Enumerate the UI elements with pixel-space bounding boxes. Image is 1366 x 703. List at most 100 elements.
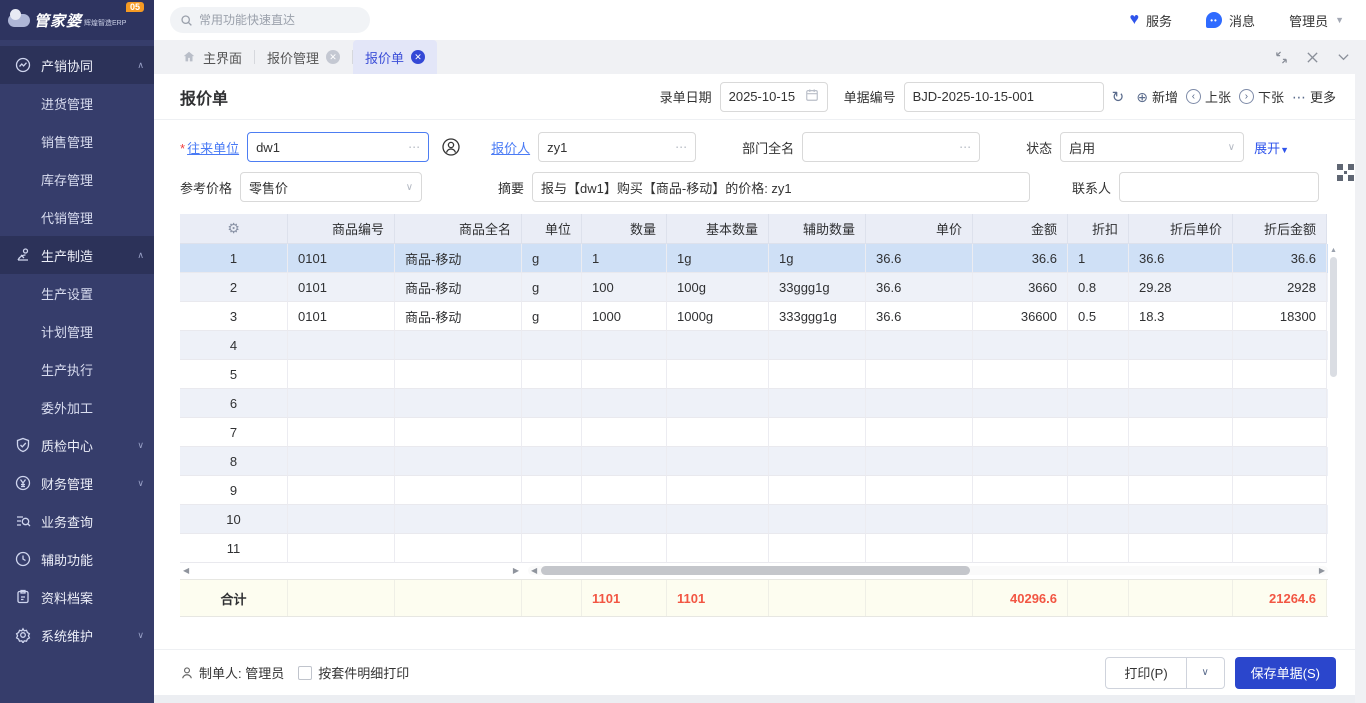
cell[interactable] [582,447,667,476]
cell[interactable]: 1g [769,244,866,273]
cell[interactable] [667,331,769,360]
cell[interactable] [667,360,769,389]
cell[interactable] [769,418,866,447]
cell[interactable] [1068,389,1129,418]
cell[interactable]: g [522,244,582,273]
lookup-dots-icon[interactable]: ⋯ [408,140,420,154]
cell[interactable] [395,447,522,476]
cell[interactable] [288,476,395,505]
cell[interactable] [522,476,582,505]
cell[interactable] [1129,360,1233,389]
cell[interactable] [1068,418,1129,447]
print-button[interactable]: 打印(P) [1105,657,1186,689]
column-header[interactable]: 辅助数量 [769,214,866,244]
column-header[interactable]: 数量 [582,214,667,244]
cell[interactable]: g [522,273,582,302]
cell[interactable] [866,360,973,389]
cell[interactable]: 0.5 [1068,302,1129,331]
price-type-select[interactable]: 零售价∨ [240,172,422,202]
table-row[interactable]: 9 [180,476,1328,505]
cell[interactable] [973,447,1068,476]
cell[interactable] [582,505,667,534]
cell[interactable] [1068,331,1129,360]
sidebar-item-委外加工[interactable]: 委外加工 [0,388,154,426]
sidebar-section-1[interactable]: 生产制造∧ [0,236,154,274]
add-button[interactable]: ⊕新增 [1136,87,1178,106]
tab-quotation-form[interactable]: 报价单 ✕ [353,40,437,74]
contact-lookup-icon[interactable] [441,137,461,157]
cell[interactable] [582,534,667,563]
sidebar-section-7[interactable]: 系统维护∨ [0,616,154,654]
cell[interactable] [288,447,395,476]
cell[interactable] [866,331,973,360]
cell[interactable] [973,331,1068,360]
cell[interactable] [973,476,1068,505]
sidebar-item-生产执行[interactable]: 生产执行 [0,350,154,388]
cell[interactable] [866,447,973,476]
cell[interactable] [522,360,582,389]
cell[interactable]: 商品-移动 [395,244,522,273]
cell[interactable] [395,418,522,447]
cell[interactable] [769,360,866,389]
table-row[interactable]: 10 [180,505,1328,534]
cell[interactable]: 1000g [667,302,769,331]
cell[interactable]: 100g [667,273,769,302]
cell[interactable] [769,534,866,563]
cell[interactable] [395,534,522,563]
sidebar-section-0[interactable]: 产销协同∧ [0,46,154,84]
scroll-left-arrow[interactable]: ◀ [531,567,537,575]
column-header[interactable]: 折后金额 [1233,214,1327,244]
cell[interactable]: 36600 [973,302,1068,331]
cell[interactable] [288,505,395,534]
cell[interactable] [1129,331,1233,360]
sidebar-section-4[interactable]: 业务查询 [0,502,154,540]
cell[interactable] [1068,447,1129,476]
cell[interactable] [667,447,769,476]
sidebar-section-3[interactable]: 财务管理∨ [0,464,154,502]
cell[interactable] [1233,360,1327,389]
cell[interactable] [582,360,667,389]
cell[interactable] [522,447,582,476]
cell[interactable] [769,447,866,476]
cell[interactable] [667,389,769,418]
scroll-right-arrow[interactable]: ▶ [513,567,519,575]
cell[interactable] [973,389,1068,418]
cell[interactable] [1068,476,1129,505]
summary-input[interactable]: 报与【dw1】购买【商品-移动】的价格: zy1 [532,172,1030,202]
window-restore-icon[interactable] [1275,51,1288,64]
cell[interactable] [1129,447,1233,476]
h-scrollbar[interactable]: ◀ ▶ ◀ ▶ [180,564,1328,577]
cell[interactable]: 2928 [1233,273,1327,302]
cell[interactable] [667,505,769,534]
sidebar-item-库存管理[interactable]: 库存管理 [0,160,154,198]
cell[interactable] [395,331,522,360]
qr-code-icon[interactable] [1337,164,1354,181]
cell[interactable] [288,331,395,360]
column-header[interactable]: 商品全名 [395,214,522,244]
order-date-input[interactable]: 2025-10-15 [720,82,828,112]
cell[interactable] [395,505,522,534]
dept-input[interactable]: ⋯ [802,132,980,162]
cell[interactable] [973,418,1068,447]
cell[interactable]: 1000 [582,302,667,331]
close-icon[interactable]: ✕ [411,50,425,64]
cell[interactable]: 0101 [288,273,395,302]
cell[interactable] [973,505,1068,534]
cell[interactable] [1068,360,1129,389]
cell[interactable] [866,476,973,505]
cell[interactable] [769,331,866,360]
cell[interactable]: 18.3 [1129,302,1233,331]
column-header[interactable]: 折扣 [1068,214,1129,244]
cell[interactable] [973,360,1068,389]
cell[interactable]: g [522,302,582,331]
scroll-left-arrow[interactable]: ◀ [183,567,189,575]
table-row[interactable]: 6 [180,389,1328,418]
v-scrollbar[interactable]: ▲ [1329,246,1338,563]
cell[interactable] [769,505,866,534]
cell[interactable] [1129,418,1233,447]
cell[interactable] [522,505,582,534]
cell[interactable] [1068,505,1129,534]
cell[interactable] [866,418,973,447]
sidebar-item-生产设置[interactable]: 生产设置 [0,274,154,312]
cell[interactable] [866,389,973,418]
